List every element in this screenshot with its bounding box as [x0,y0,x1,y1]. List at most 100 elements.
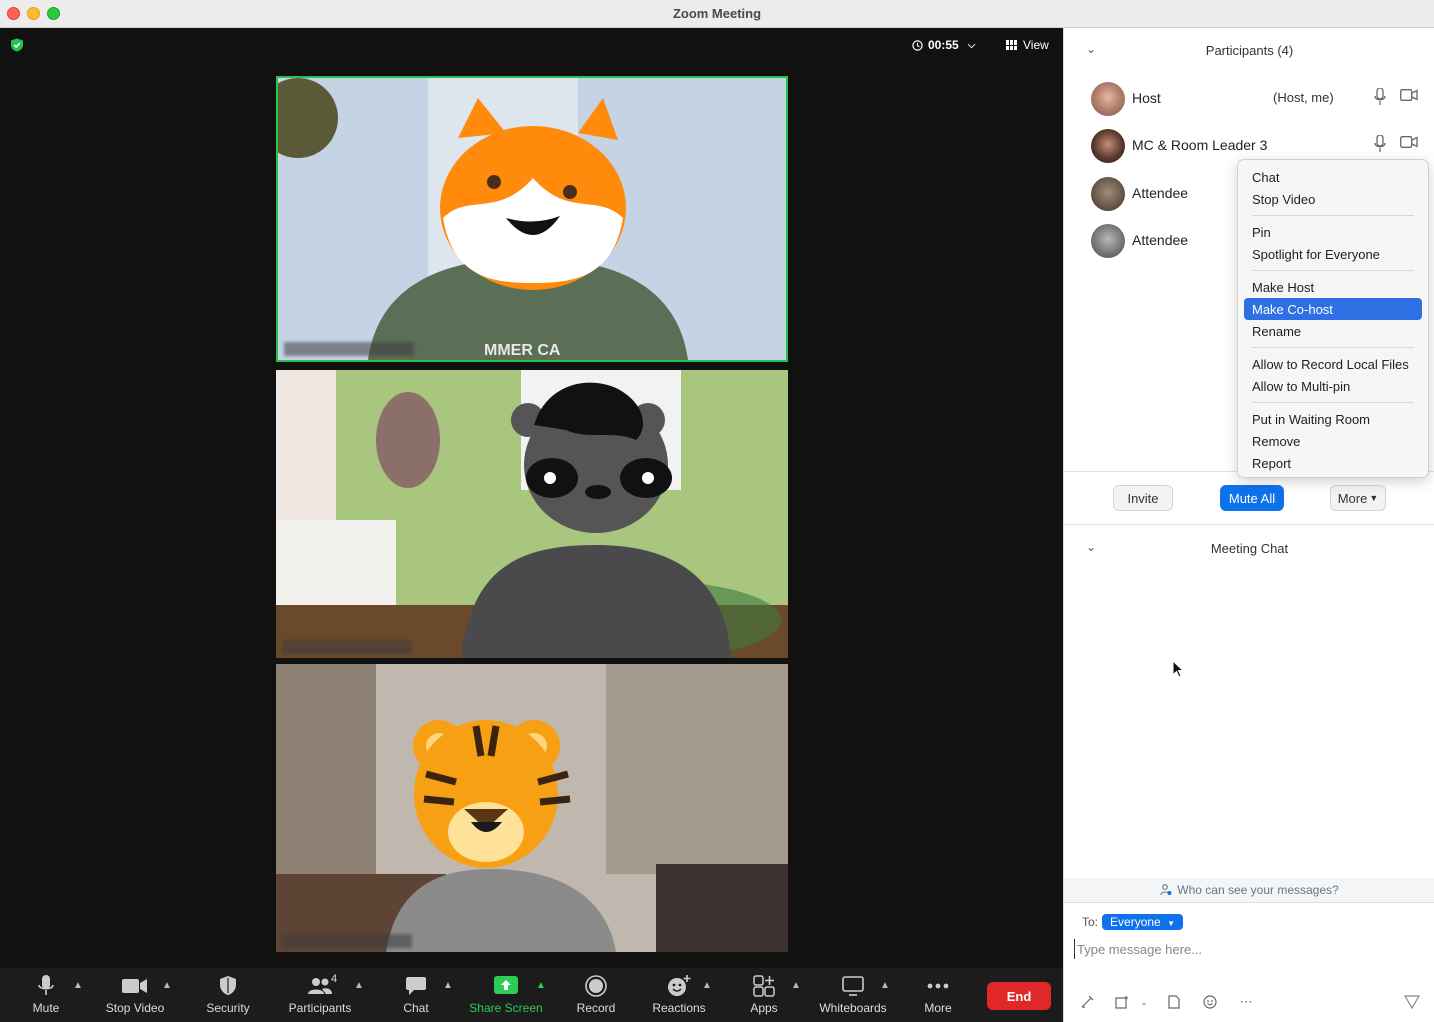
emoji-icon[interactable] [1202,994,1218,1010]
apps-options-caret-icon[interactable]: ▲ [791,980,801,991]
participant-name: Host [1132,90,1161,106]
whiteboards-label: Whiteboards [819,1001,887,1015]
participants-header: ⌄ Participants (4) [1064,28,1434,72]
menu-item-remove[interactable]: Remove [1244,430,1422,452]
menu-item-rename[interactable]: Rename [1244,320,1422,342]
chevron-down-icon: ▼ [1369,493,1379,503]
participant-context-menu: Chat Stop Video Pin Spotlight for Everyone M… [1237,159,1429,478]
mute-options-caret-icon[interactable]: ▲ [73,980,83,991]
menu-item-allow-to-multi-pin[interactable]: Allow to Multi-pin [1244,375,1422,397]
menu-item-pin[interactable]: Pin [1244,221,1422,243]
more-button[interactable]: More [918,974,958,1018]
stop-video-label: Stop Video [105,1001,165,1015]
menu-item-stop-video[interactable]: Stop Video [1244,188,1422,210]
collapse-chat-chevron-icon[interactable]: ⌄ [1086,540,1096,554]
svg-text:MMER CA: MMER CA [484,342,561,359]
menu-item-report[interactable]: Report [1244,452,1422,474]
collapse-participants-chevron-icon[interactable]: ⌄ [1086,42,1096,56]
microphone-icon [1374,135,1386,152]
menu-item-make-co-host[interactable]: Make Co-host [1244,298,1422,320]
invite-button[interactable]: Invite [1113,485,1173,511]
more-label: More [924,1001,952,1015]
recipient-row: To: Everyone ▼ [1082,914,1183,930]
share-options-caret-icon[interactable]: ▲ [536,980,546,991]
reactions-options-caret-icon[interactable]: ▲ [702,980,712,991]
menu-item-make-host[interactable]: Make Host [1244,276,1422,298]
chat-options-caret-icon[interactable]: ▲ [443,980,453,991]
participant-name: Attendee [1132,185,1189,201]
video-tile-1[interactable]: MMER CA [276,76,788,362]
participant-name: MC & Room Leader 3 [1132,137,1268,153]
participant-role: (Host, me) [1273,90,1334,105]
apps-button[interactable]: Apps [745,974,783,1018]
mute-all-button[interactable]: Mute All [1220,485,1284,511]
reactions-label: Reactions [652,1001,706,1015]
chat-title: Meeting Chat [1210,540,1289,556]
smiley-plus-icon [666,974,692,998]
security-button[interactable]: Security [203,974,253,1018]
meeting-toolbar: Mute ▲ Stop Video ▲ Security 4 Participa… [0,968,1063,1022]
reactions-button[interactable]: Reactions [648,974,710,1018]
mute-label: Mute [32,1001,60,1015]
video-tile-3[interactable] [276,664,788,952]
record-button[interactable]: Record [573,974,619,1018]
divider [1064,902,1434,903]
participants-button[interactable]: 4 Participants [285,973,355,1018]
avatar [1091,82,1125,116]
record-icon [583,974,609,998]
view-button[interactable]: View [1000,34,1055,56]
record-label: Record [576,1001,616,1015]
participants-more-button[interactable]: More ▼ [1330,485,1386,511]
menu-item-spotlight-for-everyone[interactable]: Spotlight for Everyone [1244,243,1422,265]
video-options-caret-icon[interactable]: ▲ [162,980,172,991]
security-label: Security [206,1001,250,1015]
recipient-value: Everyone [1110,915,1161,929]
participant-name: Attendee [1132,232,1189,248]
screenshot-options-chevron-icon[interactable]: ⌄ [1136,994,1152,1010]
menu-separator [1252,402,1414,403]
who-can-see-link[interactable]: Who can see your messages? [1064,878,1434,902]
participants-title: Participants (4) [1205,42,1294,58]
participants-options-caret-icon[interactable]: ▲ [354,980,364,991]
more-button-label: More [1337,490,1368,506]
recipient-dropdown[interactable]: Everyone ▼ [1102,914,1183,930]
menu-separator [1252,270,1414,271]
file-icon[interactable] [1166,994,1182,1010]
to-label: To: [1082,915,1099,929]
menu-item-put-in-waiting-room[interactable]: Put in Waiting Room [1244,408,1422,430]
chat-tools: ⌄ ⋯ [1064,992,1434,1014]
participant-row[interactable]: Host (Host, me) [1064,76,1434,122]
window-title: Zoom Meeting [672,6,762,21]
microphone-icon [1374,88,1386,105]
format-text-icon[interactable] [1079,994,1095,1010]
participants-actions: Invite Mute All More ▼ [1064,472,1434,524]
whiteboards-options-caret-icon[interactable]: ▲ [880,980,890,991]
chat-button[interactable]: Chat [397,974,435,1018]
video-feed-1: MMER CA [278,78,786,360]
gallery-grid-icon [1006,40,1018,50]
menu-item-allow-to-record-local-files[interactable]: Allow to Record Local Files [1244,353,1422,375]
share-screen-button[interactable]: Share Screen [466,974,546,1018]
person-eye-icon [1160,884,1172,896]
whiteboard-icon [840,974,866,998]
microphone-icon [33,974,59,998]
menu-item-chat[interactable]: Chat [1244,166,1422,188]
video-camera-icon [1400,136,1418,148]
video-area: 00:55 ⌵ View MMER CA [0,28,1063,968]
chat-message-input[interactable] [1074,939,1424,959]
avatar [1091,177,1125,211]
screenshot-icon[interactable] [1114,994,1130,1010]
end-meeting-button[interactable]: End [987,982,1051,1010]
participant-name-label [282,640,412,654]
send-icon[interactable] [1404,994,1420,1010]
mute-button[interactable]: Mute [28,974,64,1018]
video-tile-2[interactable] [276,370,788,658]
view-label: View [1023,38,1049,52]
share-screen-icon [493,974,519,998]
encryption-shield-icon[interactable] [10,38,24,52]
meeting-timer[interactable]: 00:55 ⌵ [906,34,981,56]
stop-video-button[interactable]: Stop Video [100,974,170,1018]
timer-value: 00:55 [928,38,959,52]
video-camera-icon [1400,89,1418,101]
more-options-ellipsis-icon[interactable]: ⋯ [1238,994,1254,1010]
